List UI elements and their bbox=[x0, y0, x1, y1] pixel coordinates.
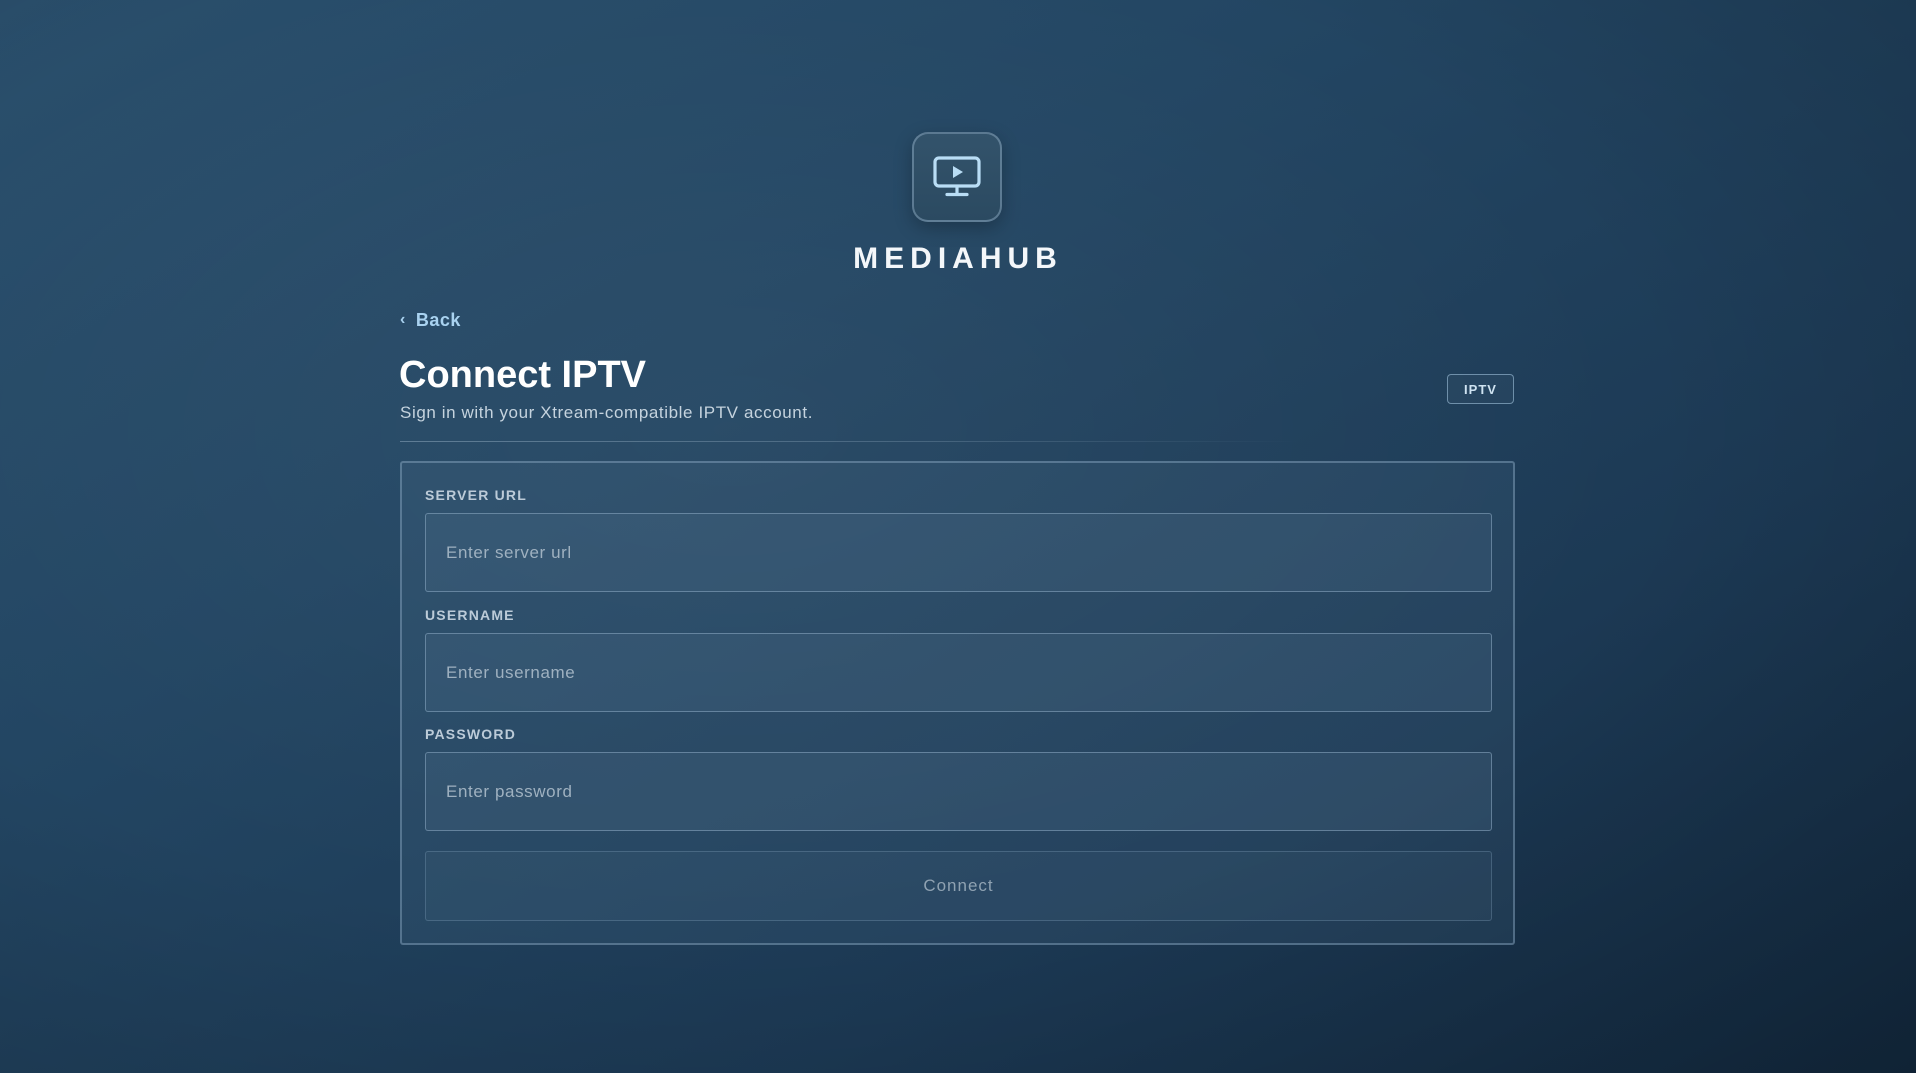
back-link[interactable]: ‹ Back bbox=[400, 308, 461, 332]
monitor-play-icon bbox=[933, 156, 981, 197]
username-label: USERNAME bbox=[425, 607, 515, 623]
back-label: Back bbox=[415, 309, 461, 330]
password-input[interactable] bbox=[425, 752, 1492, 831]
page-title: Connect IPTV bbox=[399, 354, 647, 396]
server-url-input[interactable] bbox=[425, 513, 1492, 592]
chevron-left-icon: ‹ bbox=[400, 311, 406, 328]
connect-button[interactable]: Connect bbox=[425, 851, 1492, 921]
app-logo bbox=[912, 132, 1002, 222]
header-divider bbox=[400, 441, 1300, 442]
provider-badge: IPTV bbox=[1447, 374, 1514, 404]
page-subtitle: Sign in with your Xtream-compatible IPTV… bbox=[400, 403, 814, 422]
brand-name: MEDIAHUB bbox=[853, 242, 1063, 275]
server-url-label: SERVER URL bbox=[425, 487, 527, 503]
password-label: PASSWORD bbox=[425, 726, 517, 742]
login-form: SERVER URL USERNAME PASSWORD Connect bbox=[400, 461, 1515, 945]
username-input[interactable] bbox=[425, 633, 1492, 712]
